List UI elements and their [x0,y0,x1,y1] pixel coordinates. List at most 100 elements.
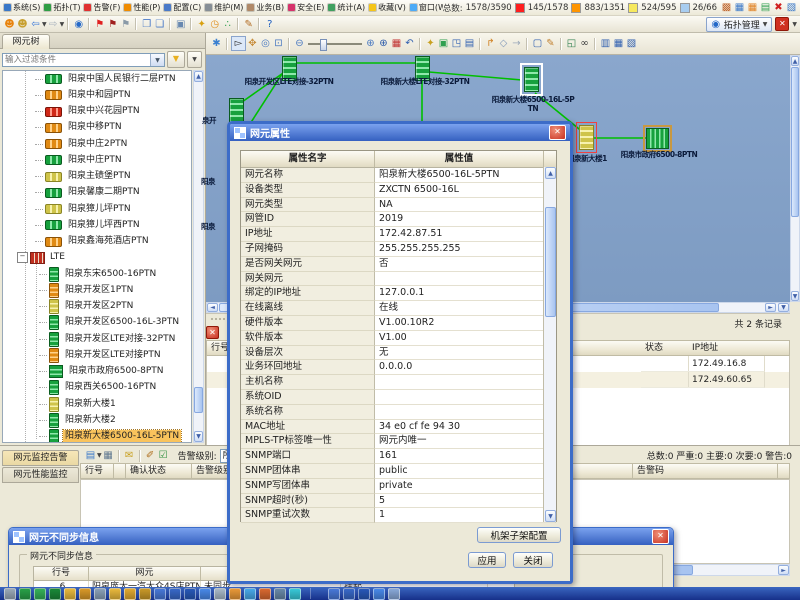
refresh-icon[interactable]: ✱ [210,37,223,50]
forward-nav-icon[interactable]: → [510,37,523,50]
property-value-cell[interactable] [375,375,556,390]
slider-handle[interactable] [320,39,327,51]
taskbar-app-icon[interactable] [184,588,196,600]
taskbar-app-icon[interactable] [64,588,76,600]
zoom-area-icon[interactable]: ⊡ [272,37,285,50]
menubar-item[interactable]: 维护(M) [203,2,245,13]
alarm-box-icon[interactable]: ⚑ [119,18,132,31]
print-icon[interactable]: ▦ [102,449,115,462]
search-icon[interactable]: ∞ [578,37,591,50]
user-lock-icon[interactable]: ☻ [16,18,29,31]
sync-status-icon[interactable]: ∴ [221,18,234,31]
property-value-cell[interactable]: 网元内唯一 [375,434,556,449]
tree-item[interactable]: 阳泉西关6500-16PTN [3,380,191,396]
menubar-item[interactable]: 系统(S) [2,2,42,13]
table-view-icon[interactable]: ▥ [599,37,612,50]
window-tile-icon[interactable]: ❏ [153,18,166,31]
taskbar-app-icon[interactable] [169,588,181,600]
zoom-in-icon[interactable]: ⊕ [364,37,377,50]
scrollbar-thumb[interactable] [791,67,799,217]
property-value-cell[interactable]: V1.00.10R2 [375,316,556,331]
topology-node[interactable] [579,125,594,150]
scroll-down-button[interactable]: ▼ [791,291,799,301]
taskbar-app-icon[interactable] [388,588,400,600]
tab-ne-performance-monitor[interactable]: 网元性能监控 [2,467,79,483]
property-value-cell[interactable]: V1.00 [375,331,556,346]
property-value-cell[interactable]: 5 [375,494,556,509]
pan-tool-icon[interactable]: ✥ [246,37,259,50]
expander-icon[interactable]: − [17,252,28,263]
taskbar-app-icon[interactable] [343,588,355,600]
scrollbar-thumb[interactable] [545,207,556,317]
zoom-tool-icon[interactable]: ◎ [259,37,272,50]
key-icon[interactable]: ✦ [195,18,208,31]
property-value-cell[interactable]: 1 [375,508,556,523]
column-header-ackstate[interactable]: 确认状态 [126,463,192,479]
tree-item[interactable]: 阳泉开发区LTE对接-32PTN [3,331,191,347]
column-header-blank[interactable] [764,340,790,356]
close-icon[interactable]: ✕ [652,529,669,544]
canvas-vscrollbar[interactable]: ▲ ▼ [790,55,800,302]
property-value-cell[interactable]: 在线 [375,301,556,316]
taskbar-app-icon[interactable] [214,588,226,600]
topology-node[interactable] [229,98,244,123]
scroll-down-button[interactable]: ▼ [194,431,203,442]
fit-view-icon[interactable]: ▦ [390,37,403,50]
taskbar-app-icon[interactable] [244,588,256,600]
property-value-cell[interactable]: 无 [375,346,556,361]
properties-scrollbar[interactable]: ▲ ▼ [543,167,556,522]
ack-icon[interactable]: ☑ [157,449,170,462]
column-header-ne[interactable]: 网元 [89,567,201,580]
property-value-cell[interactable] [375,272,556,287]
list-view-icon[interactable]: ▤ [463,37,476,50]
column-header-rowno[interactable]: 行号 [80,463,114,479]
help-icon[interactable]: ? [263,18,276,31]
modify-icon[interactable]: ✐ [144,449,157,462]
property-value-cell[interactable]: 阳泉新大楼6500-16L-5PTN [375,168,556,183]
tree-item[interactable]: 阳泉新大楼6500-16L-5PTN [3,429,191,444]
property-value-cell[interactable] [375,390,556,405]
tree-item[interactable]: 阳泉开发区2PTN [3,299,191,315]
clock-icon[interactable]: ◷ [208,18,221,31]
scroll-down-button[interactable]: ▼ [545,510,556,522]
property-value-cell[interactable]: 34 e0 cf fe 94 30 [375,420,556,435]
taskbar-app-icon[interactable] [229,588,241,600]
scroll-up-button[interactable]: ▲ [545,167,556,179]
chart-orange-icon[interactable]: ▦ [746,1,759,14]
tree-item[interactable]: 阳泉主碛堡PTN [3,169,191,185]
close-view-button[interactable]: ✕ [775,17,789,31]
chart-blue-icon[interactable]: ▦ [733,1,746,14]
dialog-titlebar[interactable]: 网元属性 ✕ [230,124,570,141]
column-header-rowno[interactable]: 行号 [34,567,89,580]
menubar-item[interactable]: 安全(E) [286,2,326,13]
tree-item[interactable]: 阳泉中庄2PTN [3,136,191,152]
taskbar-app-icon[interactable] [94,588,106,600]
taskbar-app-icon[interactable] [19,588,31,600]
chevron-down-icon[interactable]: ▼ [150,54,164,66]
edit-icon[interactable]: ✎ [242,18,255,31]
taskbar-app-icon[interactable] [34,588,46,600]
scrollbar-thumb[interactable] [194,387,203,413]
property-value-cell[interactable]: private [375,479,556,494]
tree-item[interactable]: 阳泉獐儿坪PTN [3,201,191,217]
export-blue-icon[interactable]: ▧ [785,1,798,14]
property-value-cell[interactable]: NA [375,198,556,213]
new-view-icon[interactable]: ▣ [437,37,450,50]
unlock-icon[interactable]: ✦ [424,37,437,50]
mail-icon[interactable]: ✉ [123,449,136,462]
export-icon[interactable]: ◱ [565,37,578,50]
taskbar-app-icon[interactable] [274,588,286,600]
taskbar-app-icon[interactable] [358,588,370,600]
menubar-item[interactable]: 告警(F) [82,2,122,13]
close-icon[interactable]: ✕ [549,125,566,140]
rack-config-button[interactable]: 机架子架配置 [477,527,561,543]
config-icon[interactable]: ✎ [544,37,557,50]
edit-view-icon[interactable]: ◳ [450,37,463,50]
menubar-item[interactable]: 收藏(V) [367,2,408,13]
tab-ne-tree[interactable]: 网元树 [2,34,50,49]
tree-item[interactable]: 阳泉新大楼1 [3,396,191,412]
property-value-cell[interactable]: 161 [375,449,556,464]
close-button[interactable]: 关闭 [513,552,553,568]
property-value-cell[interactable]: 127.0.0.1 [375,286,556,301]
topology-node[interactable] [524,67,539,92]
